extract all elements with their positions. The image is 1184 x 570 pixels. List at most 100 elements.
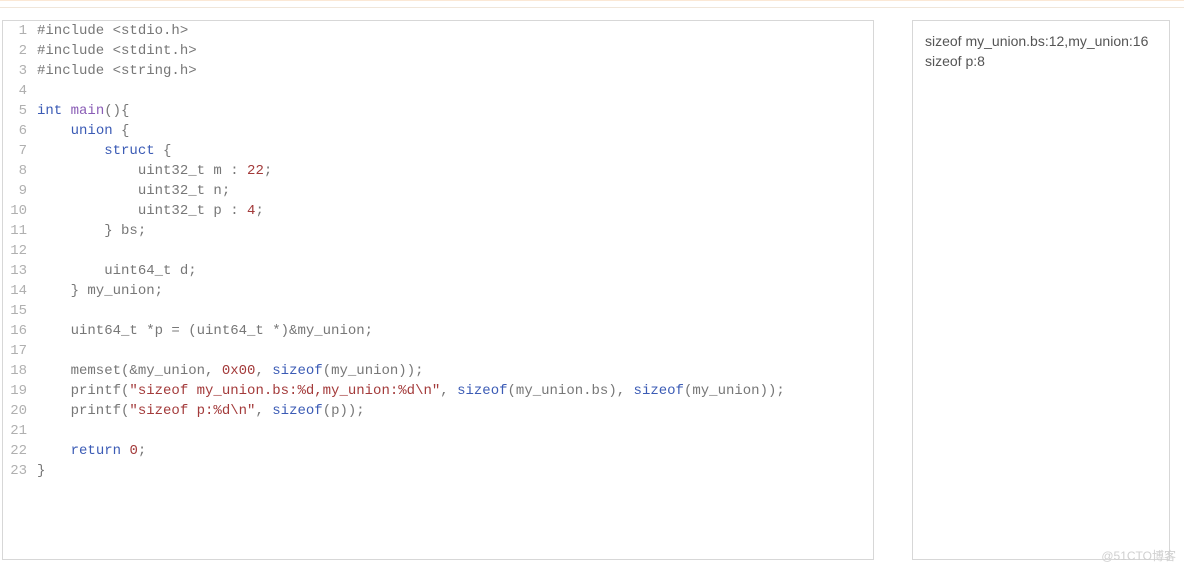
- token-op: ,: [440, 383, 457, 399]
- code-line: [37, 341, 785, 361]
- code-line: memset(&my_union, 0x00, sizeof(my_union)…: [37, 361, 785, 381]
- token-op: [37, 123, 71, 139]
- line-number: 19: [3, 381, 27, 401]
- code-line: uint32_t p : 4;: [37, 201, 785, 221]
- code-line: [37, 241, 785, 261]
- output-panel: sizeof my_union.bs:12,my_union:16sizeof …: [912, 20, 1170, 560]
- token-op: ;: [138, 443, 146, 459]
- token-fn: main: [71, 103, 105, 119]
- token-keyword: sizeof: [457, 383, 507, 399]
- token-op: ,: [255, 403, 272, 419]
- token-lit: "sizeof p:%d\n": [129, 403, 255, 419]
- line-number: 1: [3, 21, 27, 41]
- token-op: uint32_t m :: [37, 163, 247, 179]
- token-keyword: sizeof: [272, 403, 322, 419]
- token-op: uint32_t p :: [37, 203, 247, 219]
- token-op: uint64_t *p = (uint64_t *)&my_union;: [37, 323, 373, 339]
- line-number: 10: [3, 201, 27, 221]
- token-op: uint32_t n;: [37, 183, 230, 199]
- line-number: 4: [3, 81, 27, 101]
- code-line: #include <stdio.h>: [37, 21, 785, 41]
- code-line: uint64_t *p = (uint64_t *)&my_union;: [37, 321, 785, 341]
- code-line: #include <string.h>: [37, 61, 785, 81]
- token-op: [62, 103, 70, 119]
- token-op: (p));: [323, 403, 365, 419]
- line-number: 16: [3, 321, 27, 341]
- token-preproc: #include <stdio.h>: [37, 23, 188, 39]
- top-divider: [0, 0, 1184, 8]
- code-line: uint64_t d;: [37, 261, 785, 281]
- token-op: [37, 443, 71, 459]
- line-number: 8: [3, 161, 27, 181]
- main-container: 1234567891011121314151617181920212223 #i…: [0, 8, 1184, 560]
- token-struct-k: union: [71, 123, 113, 139]
- code-line: printf("sizeof my_union.bs:%d,my_union:%…: [37, 381, 785, 401]
- token-lit: 22: [247, 163, 264, 179]
- token-keyword: return: [71, 443, 121, 459]
- code-line: uint32_t n;: [37, 181, 785, 201]
- output-line: sizeof my_union.bs:12,my_union:16: [925, 31, 1157, 51]
- token-lit: 0: [129, 443, 137, 459]
- token-keyword: sizeof: [634, 383, 684, 399]
- token-lit: 0x00: [222, 363, 256, 379]
- token-op: ;: [264, 163, 272, 179]
- code-line: [37, 81, 785, 101]
- code-line: struct {: [37, 141, 785, 161]
- code-line: [37, 421, 785, 441]
- token-op: (my_union.bs),: [508, 383, 634, 399]
- line-number: 22: [3, 441, 27, 461]
- token-op: (){: [104, 103, 129, 119]
- token-op: memset(&my_union,: [37, 363, 222, 379]
- token-op: ,: [255, 363, 272, 379]
- code-line: printf("sizeof p:%d\n", sizeof(p));: [37, 401, 785, 421]
- code-panel: 1234567891011121314151617181920212223 #i…: [2, 20, 874, 560]
- line-number: 9: [3, 181, 27, 201]
- output-line: sizeof p:8: [925, 51, 1157, 71]
- code-line: } bs;: [37, 221, 785, 241]
- code-line: }: [37, 461, 785, 481]
- token-op: } bs;: [37, 223, 146, 239]
- line-number: 3: [3, 61, 27, 81]
- token-op: printf(: [37, 383, 129, 399]
- code-line: #include <stdint.h>: [37, 41, 785, 61]
- line-number: 21: [3, 421, 27, 441]
- line-number: 6: [3, 121, 27, 141]
- line-number: 5: [3, 101, 27, 121]
- token-op: (my_union));: [684, 383, 785, 399]
- token-preproc: #include <string.h>: [37, 63, 197, 79]
- line-number: 17: [3, 341, 27, 361]
- token-op: (my_union));: [323, 363, 424, 379]
- token-op: printf(: [37, 403, 129, 419]
- code-line: uint32_t m : 22;: [37, 161, 785, 181]
- line-number: 23: [3, 461, 27, 481]
- code-line: } my_union;: [37, 281, 785, 301]
- token-preproc: #include <stdint.h>: [37, 43, 197, 59]
- line-number: 11: [3, 221, 27, 241]
- code-content: #include <stdio.h> #include <stdint.h> #in…: [33, 21, 785, 559]
- token-struct-k: struct: [104, 143, 154, 159]
- line-number: 7: [3, 141, 27, 161]
- watermark: @51CTO博客: [1101, 547, 1176, 564]
- line-number: 13: [3, 261, 27, 281]
- token-op: {: [155, 143, 172, 159]
- line-number: 14: [3, 281, 27, 301]
- code-line: [37, 301, 785, 321]
- line-number: 12: [3, 241, 27, 261]
- line-number-gutter: 1234567891011121314151617181920212223: [3, 21, 33, 559]
- token-op: }: [37, 463, 45, 479]
- line-number: 20: [3, 401, 27, 421]
- token-type: int: [37, 103, 62, 119]
- code-line: return 0;: [37, 441, 785, 461]
- line-number: 2: [3, 41, 27, 61]
- token-op: {: [113, 123, 130, 139]
- line-number: 18: [3, 361, 27, 381]
- line-number: 15: [3, 301, 27, 321]
- token-op: [37, 143, 104, 159]
- token-lit: "sizeof my_union.bs:%d,my_union:%d\n": [129, 383, 440, 399]
- code-line: int main(){: [37, 101, 785, 121]
- token-keyword: sizeof: [272, 363, 322, 379]
- token-op: } my_union;: [37, 283, 163, 299]
- token-op: ;: [255, 203, 263, 219]
- code-line: union {: [37, 121, 785, 141]
- token-op: uint64_t d;: [37, 263, 197, 279]
